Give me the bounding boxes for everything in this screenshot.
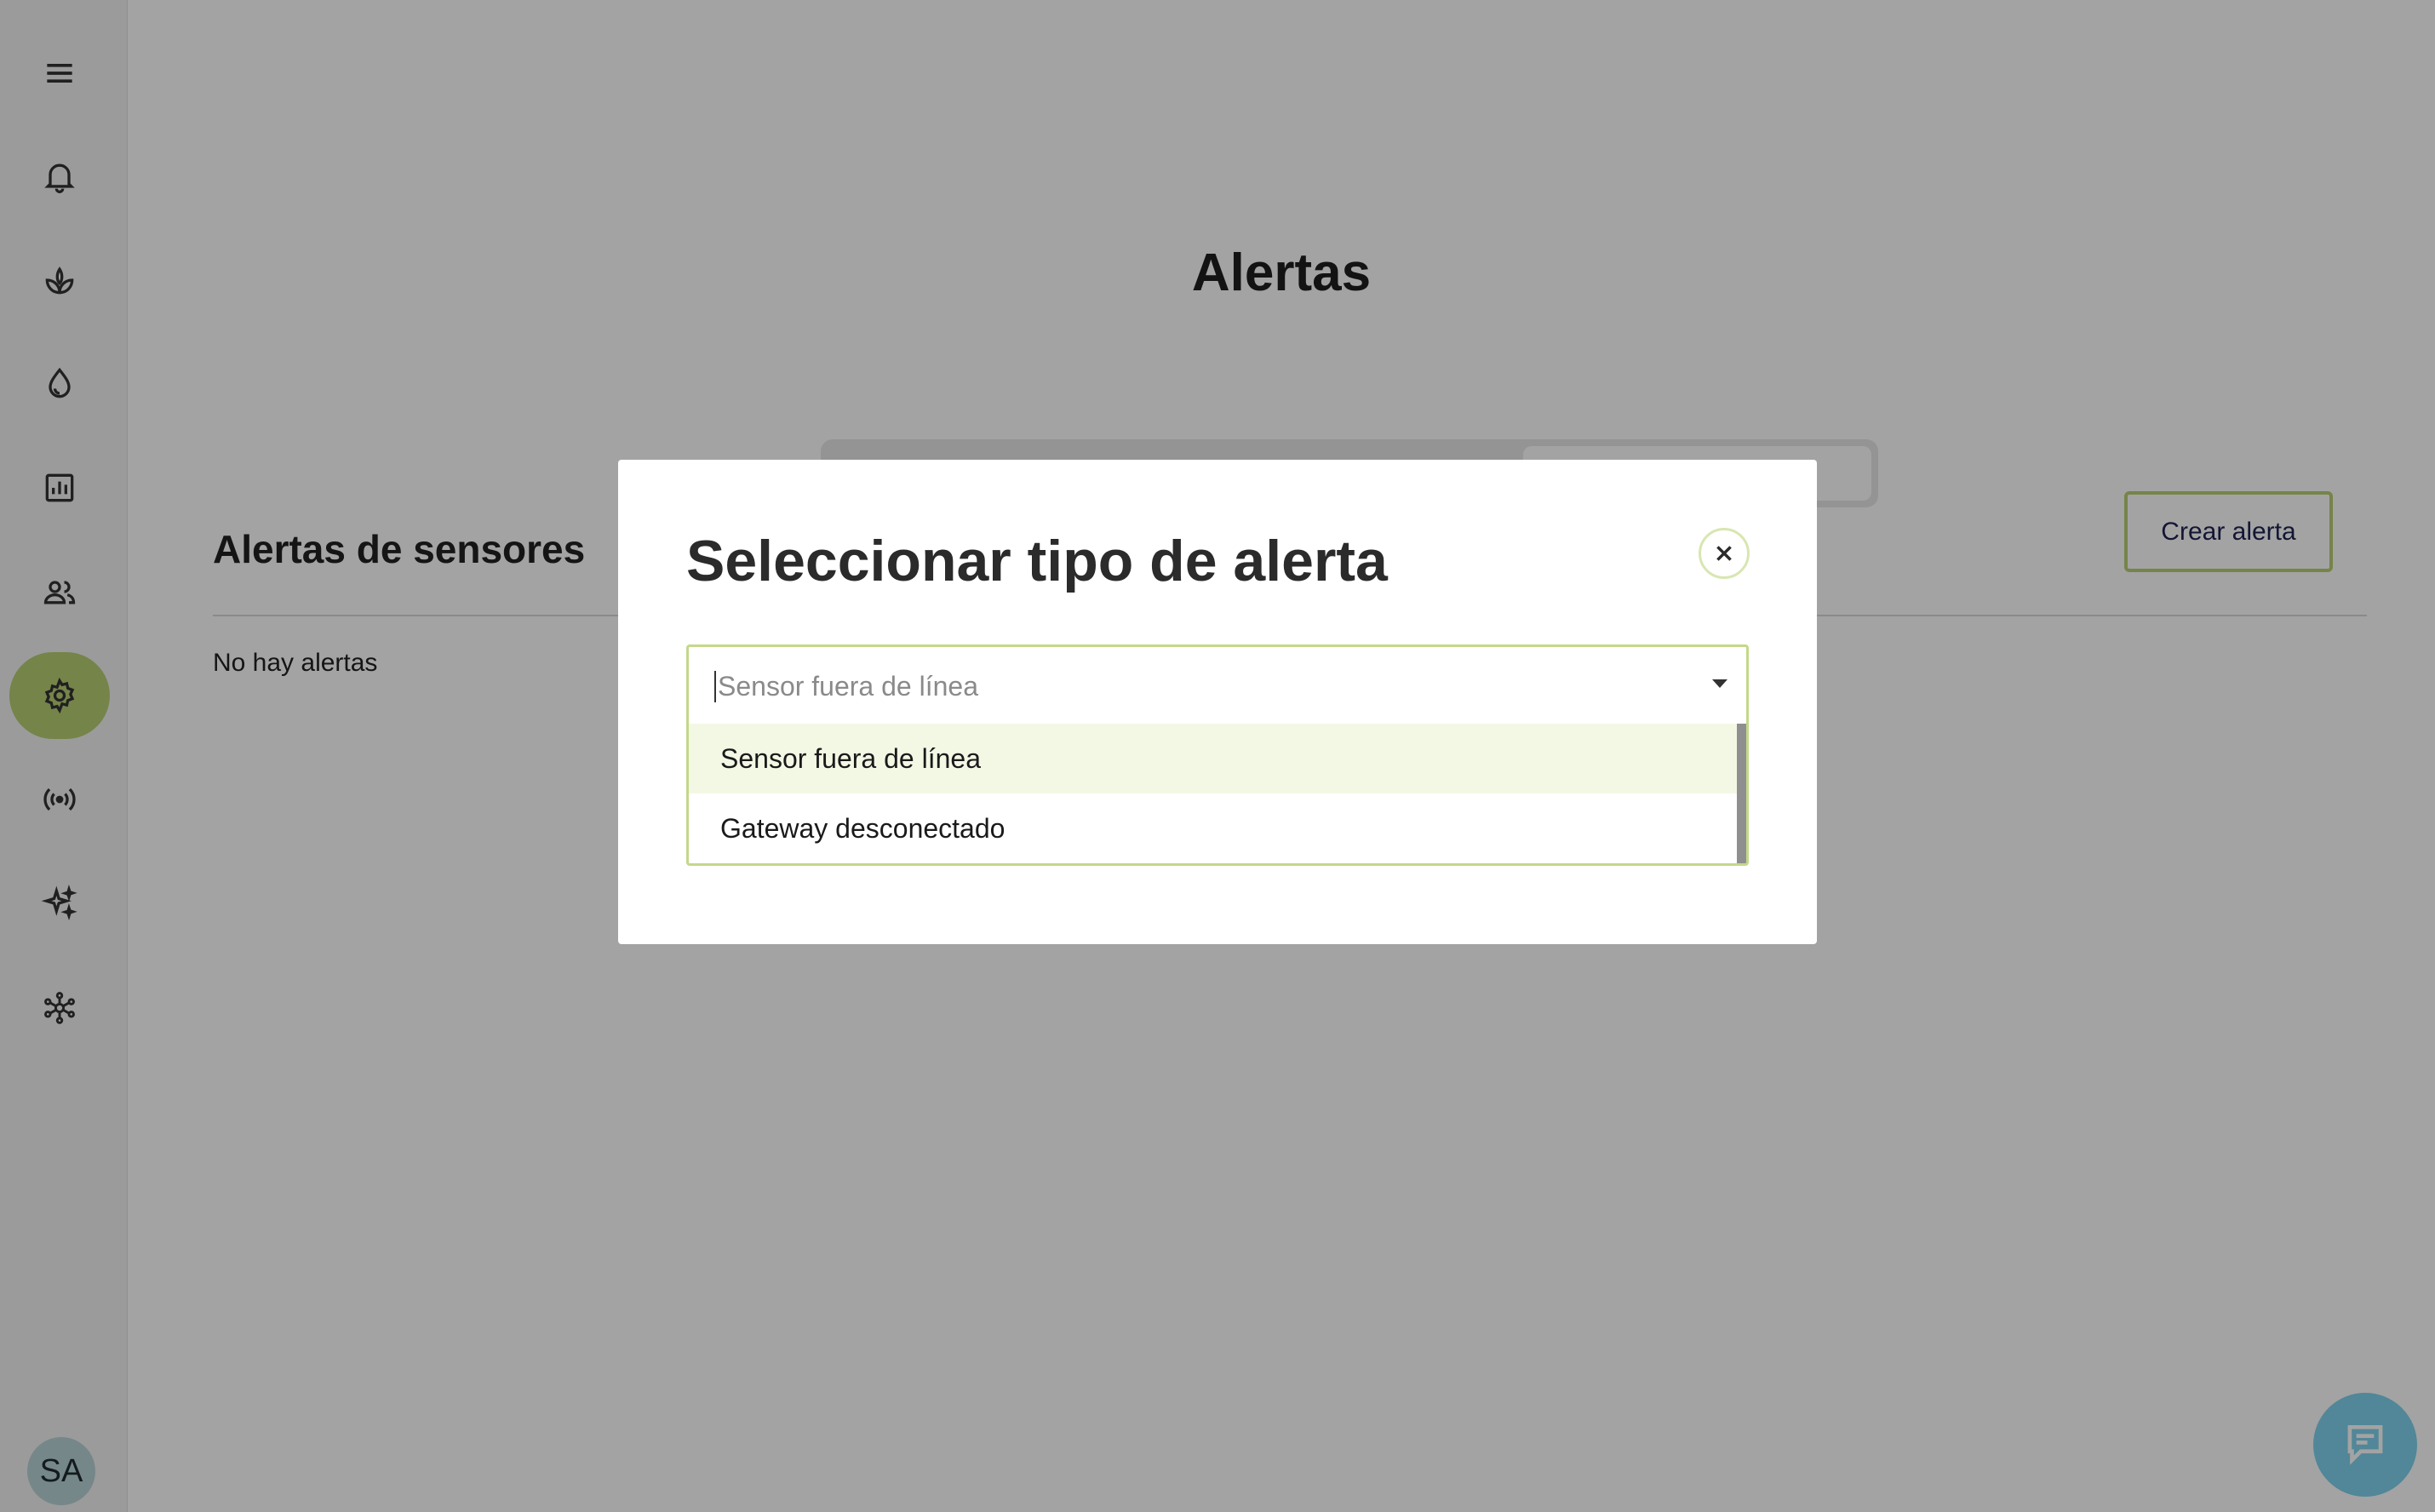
alert-type-select[interactable]: Sensor fuera de línea (686, 644, 1749, 726)
select-alert-type-modal: Seleccionar tipo de alerta Sensor fuera … (618, 460, 1817, 944)
option-sensor-offline[interactable]: Sensor fuera de línea (689, 724, 1739, 793)
option-gateway-disconnected[interactable]: Gateway desconectado (689, 793, 1739, 863)
modal-title: Seleccionar tipo de alerta (686, 529, 1388, 593)
alert-type-dropdown: Sensor fuera de línea Gateway desconecta… (686, 724, 1749, 866)
close-icon (1716, 546, 1732, 561)
chevron-down-icon[interactable] (1712, 679, 1727, 688)
select-input[interactable]: Sensor fuera de línea (714, 671, 978, 702)
close-button[interactable] (1699, 528, 1750, 579)
dropdown-scrollbar[interactable] (1737, 724, 1746, 863)
app-root: SA Alertas Alertas personalizadas Alerta… (0, 0, 2435, 1512)
